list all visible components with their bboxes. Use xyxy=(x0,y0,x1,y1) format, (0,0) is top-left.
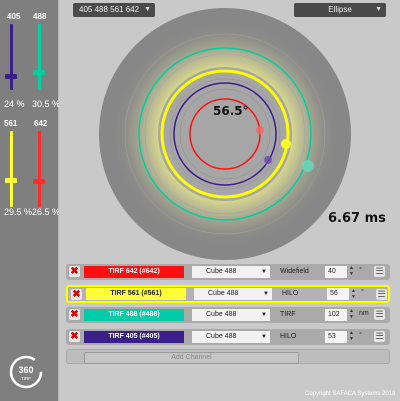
cube-select[interactable]: Cube 488 ▼ xyxy=(192,309,270,321)
close-icon[interactable]: ✖ xyxy=(69,331,80,342)
cube-select-value: Cube 488 xyxy=(206,268,237,275)
chevron-down-icon: ▼ xyxy=(263,291,269,297)
cube-select-value: Cube 488 xyxy=(206,333,237,340)
close-icon[interactable]: ✖ xyxy=(71,289,82,300)
mode-label: Widefield xyxy=(280,268,309,275)
chevron-down-icon: ▼ xyxy=(261,312,267,318)
stepper[interactable]: ▲ ▼ xyxy=(350,288,357,302)
unit-label: ° xyxy=(361,289,364,296)
menu-icon[interactable]: ☰ xyxy=(376,289,387,300)
menu-icon[interactable]: ☰ xyxy=(374,309,385,320)
unit-label: ° xyxy=(359,332,362,339)
mode-label: HILO xyxy=(282,290,299,297)
channel-name: TIRF 642 (#642) xyxy=(84,266,184,278)
close-icon[interactable]: ✖ xyxy=(69,309,80,320)
penetration-input[interactable]: 102 xyxy=(325,309,347,321)
angle-readout: 56.5° xyxy=(213,104,249,118)
add-channel-button[interactable]: Add Channel xyxy=(84,352,299,364)
stepper[interactable]: ▲ ▼ xyxy=(348,265,355,279)
unit-label: ° xyxy=(359,267,362,274)
cube-select[interactable]: Cube 488 ▼ xyxy=(192,331,270,343)
channel-name: TIRF 405 (#405) xyxy=(84,331,184,343)
angle-input[interactable]: 53 xyxy=(325,331,347,343)
beam-marker-405[interactable] xyxy=(264,156,272,164)
menu-icon[interactable]: ☰ xyxy=(374,331,385,342)
angle-input[interactable]: 56 xyxy=(327,288,349,300)
channel-row-561[interactable]: ✖ TIRF 561 (#561) Cube 488 ▼ HILO 56 ▲ ▼ °… xyxy=(66,285,390,303)
channel-row-405[interactable]: ✖ TIRF 405 (#405) Cube 488 ▼ HILO 53 ▲ ▼ °… xyxy=(66,329,390,345)
beam-marker-561[interactable] xyxy=(281,139,291,149)
channel-name: TIRF 488 (#488) xyxy=(84,309,184,321)
menu-icon[interactable]: ☰ xyxy=(374,266,385,277)
angle-input[interactable]: 40 xyxy=(325,266,347,278)
add-channel-row: Add Channel xyxy=(66,349,390,364)
exposure-time-readout: 6.67 ms xyxy=(328,211,386,226)
channel-name: TIRF 561 (#561) xyxy=(86,288,186,300)
mode-label: HILO xyxy=(280,333,297,340)
mode-label: TIRF xyxy=(280,311,296,318)
center-disk xyxy=(158,67,292,201)
beam-marker-488[interactable] xyxy=(302,160,314,172)
unit-label: nm xyxy=(359,310,369,317)
cube-select-value: Cube 488 xyxy=(208,290,239,297)
stepper[interactable]: ▲ ▼ xyxy=(348,308,355,322)
cube-select[interactable]: Cube 488 ▼ xyxy=(192,266,270,278)
chevron-down-icon: ▼ xyxy=(261,269,267,275)
beam-marker-642[interactable] xyxy=(256,126,264,134)
cube-select-value: Cube 488 xyxy=(206,311,237,318)
close-icon[interactable]: ✖ xyxy=(69,266,80,277)
cube-select[interactable]: Cube 488 ▼ xyxy=(194,288,272,300)
stepper[interactable]: ▲ ▼ xyxy=(348,330,355,344)
channel-row-642[interactable]: ✖ TIRF 642 (#642) Cube 488 ▼ Widefield 40… xyxy=(66,264,390,280)
copyright-text: Copyright SAFACA Systems 2018 xyxy=(305,391,396,397)
channel-row-488[interactable]: ✖ TIRF 488 (#488) Cube 488 ▼ TIRF 102 ▲ ▼ … xyxy=(66,307,390,323)
chevron-down-icon: ▼ xyxy=(261,334,267,340)
